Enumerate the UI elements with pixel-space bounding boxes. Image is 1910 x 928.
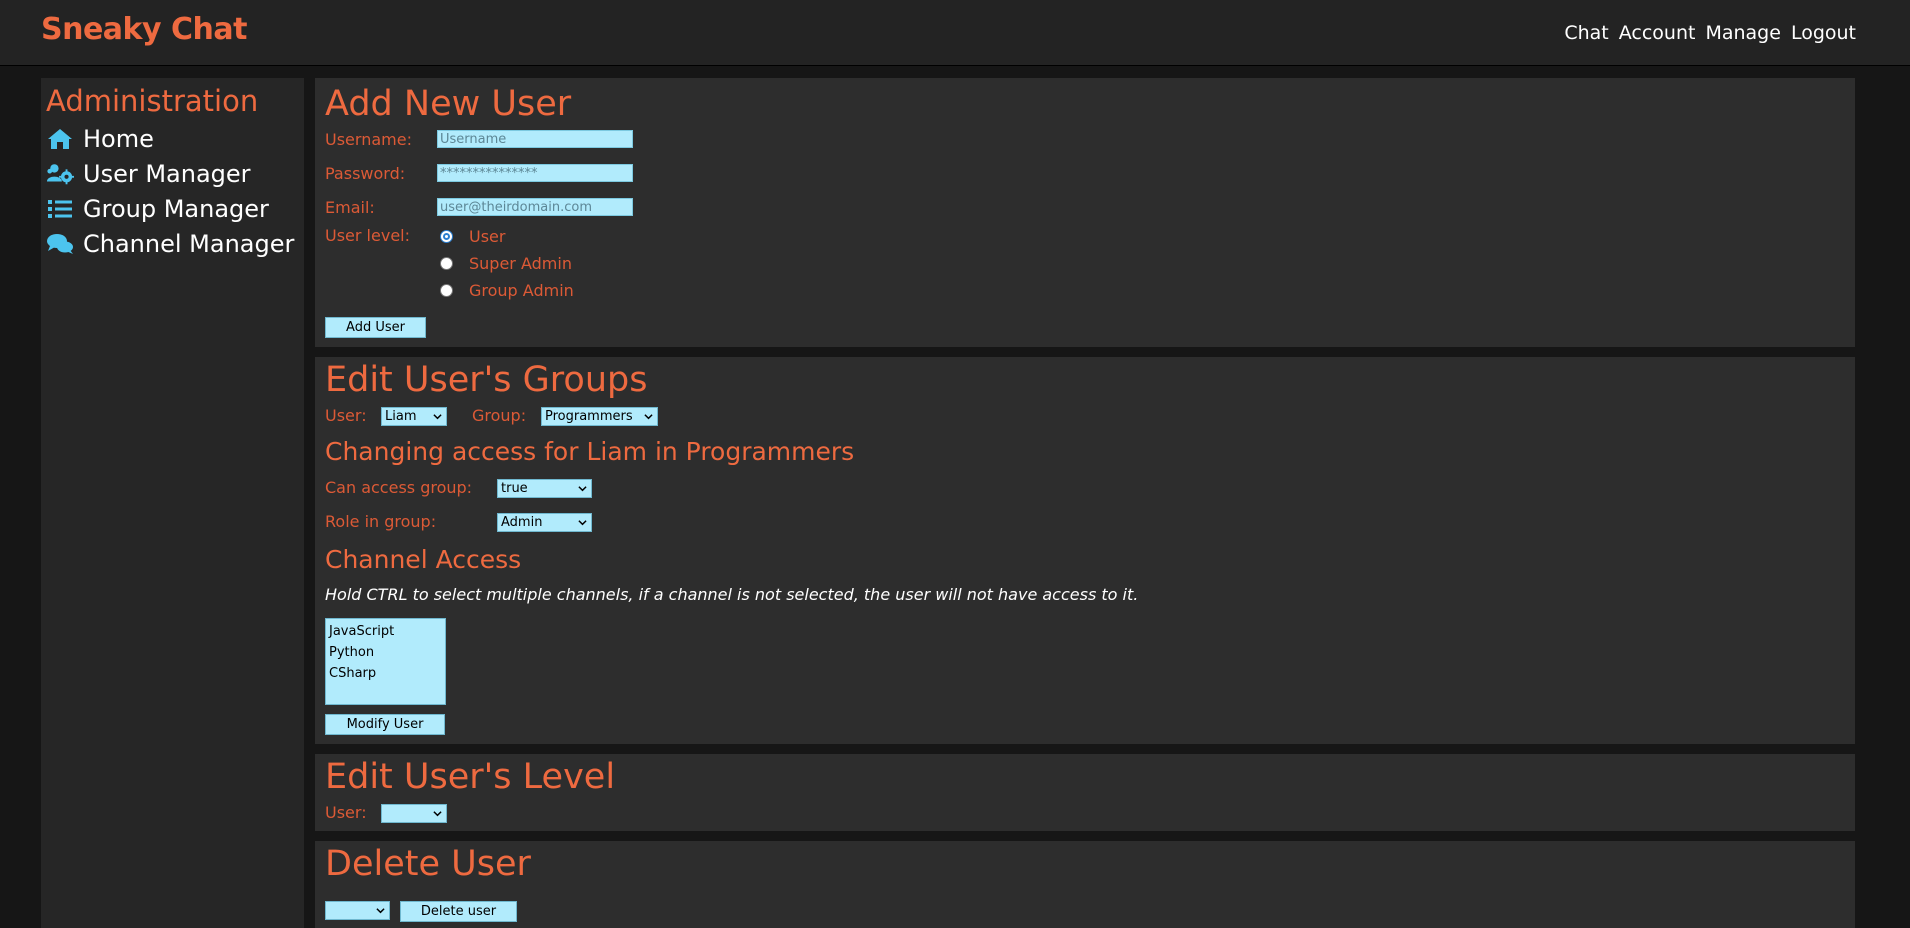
user-level-radio-user[interactable] [440,230,453,243]
username-label: Username: [325,130,412,149]
add-user-button[interactable]: Add User [325,317,426,338]
role-select[interactable]: Admin [497,513,592,532]
add-user-panel: Add New User Username: Password: Email: … [315,78,1855,347]
list-icon [46,195,74,223]
chevron-down-icon [433,811,442,817]
edit-groups-title: Edit User's Groups [325,360,648,400]
chevron-down-icon [376,908,385,914]
nav-chat-link[interactable]: Chat [1564,22,1608,44]
sidebar-item-home[interactable]: Home [46,123,154,155]
user-level-option-label: User [469,227,506,246]
password-label: Password: [325,164,406,183]
brand-logo[interactable]: Sneaky Chat [41,12,247,47]
edit-level-panel: Edit User's Level User: [315,754,1855,831]
chevron-down-icon [433,414,442,420]
user-level-radio-super-admin[interactable] [440,257,453,270]
email-input[interactable] [437,198,633,216]
channel-option[interactable]: CSharp [326,663,445,684]
sidebar-item-channel-manager[interactable]: Channel Manager [46,228,294,260]
user-select-label: User: [325,406,367,425]
users-cog-icon [46,160,74,188]
channel-option[interactable]: JavaScript [326,621,445,642]
sidebar-title: Administration [46,84,259,118]
chevron-down-icon [578,520,587,526]
user-level-option-label: Group Admin [469,281,574,300]
nav-account-link[interactable]: Account [1619,22,1696,44]
add-user-title: Add New User [325,84,572,124]
channel-option[interactable]: Python [326,642,445,663]
modify-user-button[interactable]: Modify User [325,714,445,735]
can-access-value: true [501,481,528,496]
group-select-value: Programmers [545,409,633,424]
chevron-down-icon [578,486,587,492]
delete-user-select[interactable] [325,901,390,920]
delete-user-title: Delete User [325,844,531,884]
role-label: Role in group: [325,512,437,531]
password-input[interactable] [437,164,633,182]
user-select-value: Liam [385,409,417,424]
level-user-select[interactable] [381,804,447,823]
user-level-option-label: Super Admin [469,254,572,273]
sidebar-item-user-manager[interactable]: User Manager [46,158,251,190]
username-input[interactable] [437,130,633,148]
group-select[interactable]: Programmers [541,407,658,426]
sidebar-item-label: Channel Manager [83,230,295,258]
delete-user-panel: Delete User Delete user [315,841,1855,928]
sidebar-item-label: Home [83,125,154,153]
user-level-radio-group-admin[interactable] [440,284,453,297]
delete-user-button[interactable]: Delete user [400,901,517,922]
role-value: Admin [501,515,543,530]
sidebar-item-group-manager[interactable]: Group Manager [46,193,269,225]
edit-groups-panel: Edit User's Groups User: Liam Group: Pro… [315,357,1855,744]
channel-access-title: Channel Access [325,545,522,574]
sidebar-item-label: Group Manager [83,195,269,223]
edit-level-title: Edit User's Level [325,757,616,797]
top-nav: Chat Account Manage Logout [1564,22,1856,44]
top-navbar: Sneaky Chat Chat Account Manage Logout [0,0,1910,66]
home-icon [46,125,74,153]
sidebar-item-label: User Manager [83,160,251,188]
comments-icon [46,230,74,258]
changing-access-subtitle: Changing access for Liam in Programmers [325,437,855,466]
group-select-label: Group: [472,406,527,425]
channel-access-note: Hold CTRL to select multiple channels, i… [325,585,1139,604]
can-access-select[interactable]: true [497,479,592,498]
can-access-label: Can access group: [325,478,473,497]
nav-logout-link[interactable]: Logout [1791,22,1856,44]
user-select[interactable]: Liam [381,407,447,426]
level-user-select-label: User: [325,803,367,822]
user-level-label: User level: [325,226,410,245]
nav-manage-link[interactable]: Manage [1705,22,1780,44]
chevron-down-icon [644,414,653,420]
channel-listbox[interactable]: JavaScript Python CSharp [325,618,446,705]
sidebar: Administration Home User Manager Group M… [41,78,304,928]
email-label: Email: [325,198,375,217]
